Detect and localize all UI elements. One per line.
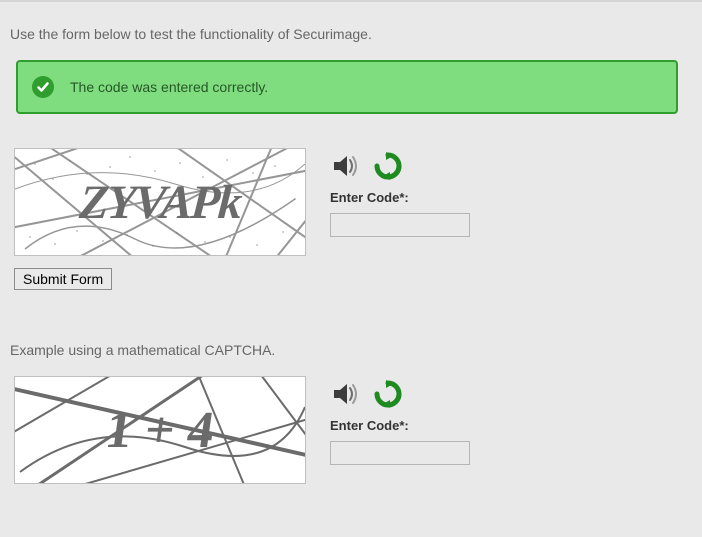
captcha-2-controls: Enter Code*: [330, 376, 470, 465]
captcha-image-2-text: 1 + 4 [14, 377, 306, 483]
page: Use the form below to test the functiona… [0, 0, 702, 492]
captcha-2: 1 + 4 [14, 376, 694, 484]
captcha-image-1-text: ZYVAPk [14, 149, 306, 255]
submit-button[interactable]: Submit Form [14, 268, 112, 290]
captcha-1: ZYVAPk [14, 148, 694, 256]
section-2: Example using a mathematical CAPTCHA. 1 … [8, 342, 694, 484]
success-alert: The code was entered correctly. [16, 60, 678, 114]
audio-icon[interactable] [330, 378, 362, 410]
captcha-1-icons [330, 150, 470, 182]
refresh-icon[interactable] [372, 378, 404, 410]
captcha-1-controls: Enter Code*: [330, 148, 470, 237]
checkmark-icon [32, 76, 54, 98]
captcha-1-input[interactable] [330, 213, 470, 237]
refresh-icon[interactable] [372, 150, 404, 182]
section-2-intro: Example using a mathematical CAPTCHA. [10, 342, 694, 358]
intro-text: Use the form below to test the functiona… [10, 26, 694, 42]
captcha-2-icons [330, 378, 470, 410]
captcha-image-1: ZYVAPk [14, 148, 306, 256]
captcha-2-label: Enter Code*: [330, 418, 470, 433]
captcha-2-input[interactable] [330, 441, 470, 465]
captcha-1-label: Enter Code*: [330, 190, 470, 205]
success-message: The code was entered correctly. [70, 79, 268, 95]
captcha-image-2: 1 + 4 [14, 376, 306, 484]
audio-icon[interactable] [330, 150, 362, 182]
submit-wrap: Submit Form [14, 268, 694, 290]
